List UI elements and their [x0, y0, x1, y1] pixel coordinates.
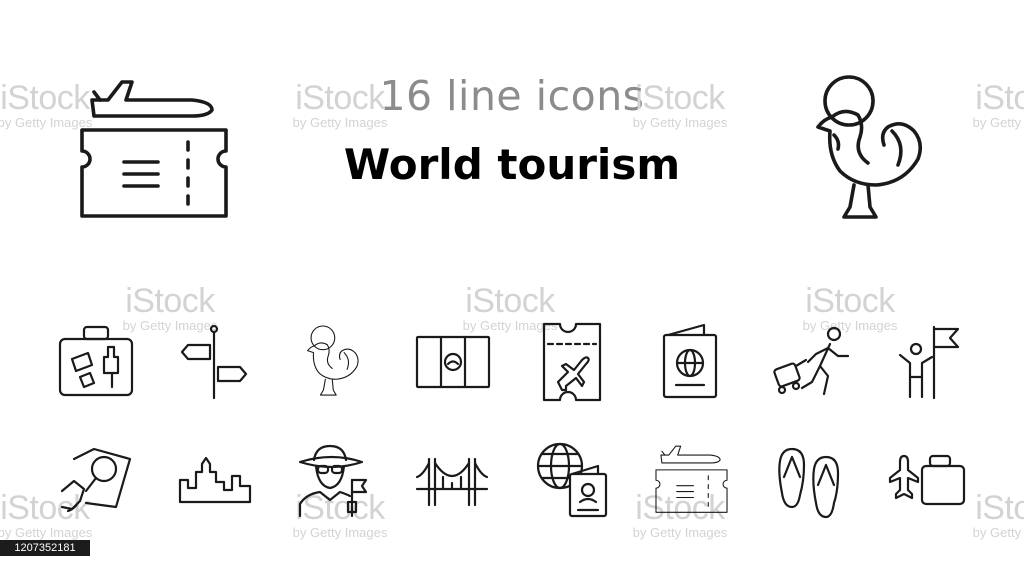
- bridge-icon: [415, 457, 489, 507]
- portugal-rooster-icon: [816, 75, 923, 219]
- flight-ticket-icon: [80, 80, 228, 218]
- passport-id-icon: [415, 335, 491, 389]
- passport-icon: [662, 323, 718, 399]
- signpost-icon: [180, 324, 248, 400]
- rooster-icon: [307, 325, 359, 396]
- plane-ticket-icon: [542, 322, 602, 402]
- stock-id-label: 1207352181: [0, 540, 90, 556]
- airplane-suitcase-icon: [888, 454, 966, 506]
- flight-ticket-icon: [655, 445, 728, 513]
- globe-passport-icon: [536, 442, 608, 518]
- flip-flops-icon: [778, 447, 840, 519]
- man-with-flag-icon: [898, 325, 960, 400]
- map-search-icon: [60, 447, 132, 513]
- city-skyline-icon: [178, 456, 252, 504]
- luggage-icon: [58, 325, 134, 397]
- tourist-with-suitcase-icon: [773, 326, 850, 396]
- tourist-portrait-icon: [298, 444, 368, 518]
